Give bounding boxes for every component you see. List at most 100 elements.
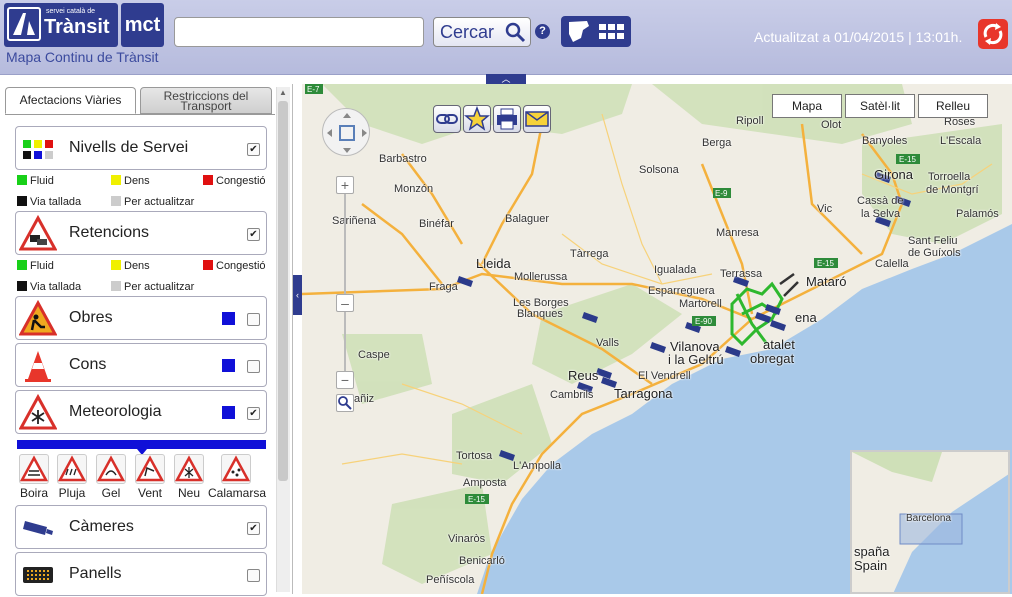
legend-congestio: Congestió xyxy=(216,175,266,187)
legend-via-tallada: Via tallada xyxy=(30,281,82,293)
collapse-sidebar-toggle[interactable]: ‹ xyxy=(293,275,302,315)
collapse-header-toggle[interactable]: ︿ xyxy=(486,74,526,84)
layer-checkbox[interactable] xyxy=(247,360,260,373)
zoom-slider-track[interactable] xyxy=(344,194,346,374)
layer-cameres[interactable]: Càmeres ✔ xyxy=(15,505,267,549)
meteo-pluja[interactable]: Pluja xyxy=(52,454,92,500)
place-label: Reus xyxy=(568,368,599,383)
meteo-neu[interactable]: Neu xyxy=(169,454,209,500)
layer-label: Panells xyxy=(69,565,122,582)
legend-via-tallada: Via tallada xyxy=(30,196,82,208)
place-label: Balaguer xyxy=(505,213,550,225)
place-label: Valls xyxy=(596,337,620,349)
place-label: Tarragona xyxy=(614,386,673,401)
overview-minimap[interactable]: Barcelona spaña Spain xyxy=(850,450,1010,594)
place-label: Amposta xyxy=(463,477,507,489)
layers-sidebar: Afectacions Viàries Restriccions del Tra… xyxy=(0,84,293,596)
layer-color-swatch xyxy=(222,312,235,325)
meteo-calamarsa[interactable]: Calamarsa xyxy=(208,454,266,500)
refresh-button[interactable] xyxy=(978,19,1008,49)
layer-panells[interactable]: Panells xyxy=(15,552,267,596)
map-type-mapa[interactable]: Mapa xyxy=(772,94,842,118)
traffic-cone-icon xyxy=(19,347,57,385)
print-button[interactable] xyxy=(493,105,521,133)
star-icon xyxy=(464,106,490,131)
link-button[interactable] xyxy=(433,105,461,133)
tab-afectacions-viaries[interactable]: Afectacions Viàries xyxy=(5,87,136,114)
zoom-in-button[interactable]: + xyxy=(336,176,354,194)
search-button[interactable]: Cercar xyxy=(433,17,531,47)
road-label: E-9 xyxy=(715,189,728,198)
layer-label: Nivells de Servei xyxy=(69,139,189,156)
zoom-slider-handle[interactable]: – xyxy=(336,294,354,312)
email-button[interactable] xyxy=(523,105,551,133)
overview-place-label: spaña xyxy=(854,544,890,559)
legend-dens: Dens xyxy=(124,175,150,187)
meteo-vent[interactable]: Vent xyxy=(130,454,170,500)
logo-big-text: Trànsit xyxy=(44,16,110,38)
help-icon[interactable]: ? xyxy=(535,24,550,39)
scroll-up-arrow[interactable]: ▲ xyxy=(277,88,289,98)
layer-checkbox[interactable] xyxy=(247,313,260,326)
transit-logo[interactable]: servei català de Trànsit mct xyxy=(4,3,164,49)
place-label: L'Escala xyxy=(940,135,982,147)
place-label: obregat xyxy=(750,351,795,366)
meteo-label: Neu xyxy=(177,486,200,500)
layer-checkbox[interactable]: ✔ xyxy=(247,228,260,241)
road-label: E-7 xyxy=(307,85,320,94)
zoom-out-button[interactable]: − xyxy=(336,371,354,389)
layer-checkbox[interactable]: ✔ xyxy=(247,522,260,535)
layer-obres[interactable]: Obres xyxy=(15,296,267,340)
map-type-relleu[interactable]: Relleu xyxy=(918,94,988,118)
search-input[interactable] xyxy=(174,17,424,47)
service-levels-icon xyxy=(19,130,57,168)
place-label: añiz xyxy=(354,393,375,405)
refresh-icon xyxy=(983,23,1003,45)
zoom-to-area-button[interactable] xyxy=(336,394,354,412)
place-label: Esparreguera xyxy=(648,285,715,297)
layer-cons[interactable]: Cons xyxy=(15,343,267,387)
place-label: Terrassa xyxy=(720,268,763,280)
layer-checkbox[interactable] xyxy=(247,569,260,582)
map-type-satellit[interactable]: Satèl·lit xyxy=(845,94,915,118)
pan-arrows-icon xyxy=(327,113,367,153)
place-label: Calella xyxy=(875,258,909,270)
search-icon xyxy=(505,22,526,43)
road-label: E-90 xyxy=(695,317,712,326)
place-label: de Montgrí xyxy=(926,184,979,196)
meteo-boira[interactable]: Boira xyxy=(14,454,54,500)
meteo-label: Pluja xyxy=(58,486,86,500)
catalonia-icon xyxy=(569,21,589,42)
logo-small-text: servei català de xyxy=(46,8,96,15)
place-label: de Guíxols xyxy=(908,247,961,259)
camera-icon xyxy=(19,509,57,547)
catalonia-map-button[interactable] xyxy=(561,16,631,47)
place-label: i la Geltrú xyxy=(668,352,724,367)
tab-restriccions-transport[interactable]: Restriccions del Transport xyxy=(140,87,272,114)
map-view[interactable]: E-7 E-9 E-15 E-15 E-15 E-90 Ripoll Olot … xyxy=(302,84,1012,594)
favorite-button[interactable] xyxy=(463,105,491,133)
layer-nivells-servei[interactable]: Nivells de Servei ✔ xyxy=(15,126,267,170)
layer-checkbox[interactable]: ✔ xyxy=(247,143,260,156)
link-icon xyxy=(436,114,458,124)
weather-snowflake-icon xyxy=(18,393,58,432)
place-label: Banyoles xyxy=(862,135,908,147)
layer-checkbox[interactable]: ✔ xyxy=(247,407,260,420)
layer-meteorologia[interactable]: Meteorologia ✔ xyxy=(15,390,267,434)
place-label: Blanques xyxy=(517,308,563,320)
place-label: Fraga xyxy=(429,281,458,293)
meteo-gel[interactable]: Gel xyxy=(91,454,131,500)
mail-icon xyxy=(525,111,549,127)
meteo-subtypes: Boira Pluja Gel Vent Neu Calamarsa xyxy=(14,454,274,502)
pan-control[interactable] xyxy=(322,108,370,156)
logo-transit: servei català de Trànsit xyxy=(4,3,118,47)
scrollbar-thumb[interactable] xyxy=(278,101,288,481)
legend-per-actualitzar: Per actualitzar xyxy=(124,281,195,293)
place-label: Sant Feliu xyxy=(908,235,958,247)
place-label: Benicarló xyxy=(459,555,505,567)
place-label: Girona xyxy=(874,167,914,182)
layer-label: Càmeres xyxy=(69,518,134,535)
place-label: Mataró xyxy=(806,274,847,289)
service-legend-row2: Via tallada Per actualitzar xyxy=(17,195,277,211)
layer-retencions[interactable]: Retencions ✔ xyxy=(15,211,267,255)
